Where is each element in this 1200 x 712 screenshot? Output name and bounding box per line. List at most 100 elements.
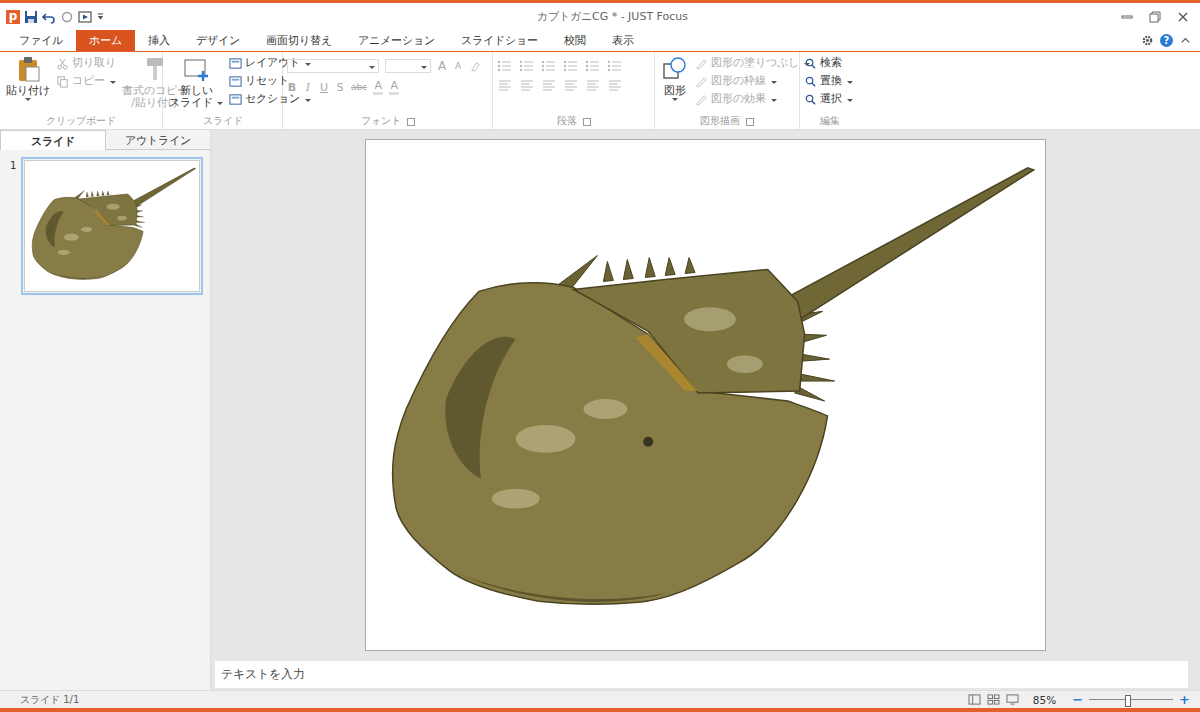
pen-icon — [695, 93, 708, 106]
menu-tab[interactable]: ホーム — [76, 30, 135, 51]
zoom-percent[interactable]: 85% — [1033, 694, 1056, 706]
clear-format-icon[interactable] — [469, 60, 482, 73]
align-icon[interactable] — [519, 79, 535, 93]
shape-format-command[interactable]: 図形の枠線 — [695, 73, 810, 89]
app-logo-icon[interactable]: p — [6, 10, 20, 24]
slide-command[interactable]: リセット — [229, 73, 311, 89]
cut-button[interactable]: 切り取り — [56, 55, 116, 71]
close-icon[interactable] — [1176, 10, 1190, 24]
font-style-button[interactable]: B — [287, 81, 297, 94]
reading-view-icon[interactable] — [1006, 694, 1019, 705]
slide-sorter-icon[interactable] — [987, 694, 1000, 705]
customize-icon[interactable] — [96, 9, 105, 25]
align-icon[interactable] — [607, 79, 623, 93]
group-label: 段落 — [497, 115, 650, 129]
slide-counter: スライド 1/1 — [20, 693, 79, 707]
collapse-ribbon-icon[interactable] — [1179, 34, 1192, 47]
dropdown-arrow-icon — [305, 63, 311, 66]
gear-icon[interactable] — [1141, 34, 1154, 47]
list-icon[interactable] — [497, 59, 513, 73]
editing-group: 検索置換選択編集 — [800, 52, 860, 129]
horseshoe-crab-icon[interactable] — [366, 140, 1045, 650]
zoom-in-button[interactable]: + — [1179, 693, 1190, 707]
slide-number: 1 — [10, 160, 16, 292]
panel-tab[interactable]: スライド — [0, 130, 106, 150]
edit-command[interactable]: 選択 — [804, 91, 853, 107]
list-icon[interactable] — [585, 59, 601, 73]
dialog-launcher-icon[interactable] — [746, 118, 754, 126]
ribbon: 貼り付け切り取りコピー書式のコピー/貼り付けクリップボード新しいスライドレイアウ… — [0, 52, 1200, 130]
bottom-accent-bar — [0, 708, 1200, 712]
horseshoe-crab-icon — [25, 161, 199, 291]
slideshow-icon[interactable] — [78, 10, 92, 24]
zoom-slider[interactable] — [1089, 694, 1173, 706]
zoom-slider-thumb[interactable] — [1125, 695, 1131, 707]
font-style-button[interactable]: A — [373, 79, 383, 95]
menu-tab[interactable]: アニメーション — [345, 30, 448, 51]
paste-button[interactable]: 貼り付け — [4, 55, 52, 115]
dropdown-arrow-icon — [771, 81, 777, 84]
zoom-out-button[interactable]: − — [1072, 693, 1083, 707]
edit-command[interactable]: 検索 — [804, 55, 853, 71]
dropdown-arrow-icon — [672, 98, 678, 101]
font-size-field[interactable] — [385, 59, 431, 73]
shapes-icon — [661, 55, 689, 83]
list-icon[interactable] — [607, 59, 623, 73]
list-icon[interactable] — [541, 59, 557, 73]
shapes-button[interactable]: 図形 — [659, 55, 691, 115]
normal-view-icon[interactable] — [968, 694, 981, 705]
top-accent-bar — [0, 0, 1200, 3]
save-icon[interactable] — [24, 10, 38, 24]
font-style-button[interactable]: I — [303, 81, 313, 94]
undo-icon[interactable] — [42, 10, 56, 24]
dropdown-arrow-icon — [217, 102, 223, 105]
align-icon[interactable] — [585, 79, 601, 93]
minimize-icon[interactable] — [1120, 10, 1134, 24]
shape-format-command[interactable]: 図形の効果 — [695, 91, 810, 107]
slide-thumbnail-row[interactable]: 1 — [0, 150, 210, 292]
quick-access-toolbar: p — [0, 9, 105, 25]
slide-command[interactable]: レイアウト — [229, 55, 311, 71]
dropdown-arrow-icon — [847, 99, 853, 102]
menu-tab[interactable]: 挿入 — [135, 30, 183, 51]
menu-tabs: ファイルホーム挿入デザイン画面切り替えアニメーションスライドショー校閲表示? — [0, 30, 1200, 52]
list-icon[interactable] — [563, 59, 579, 73]
help-button[interactable]: ? — [1160, 34, 1173, 47]
new-slide-button[interactable]: 新しいスライド — [167, 55, 225, 115]
pen-icon — [695, 57, 708, 70]
dialog-launcher-icon[interactable] — [583, 118, 591, 126]
font-name-field[interactable] — [287, 59, 379, 73]
panel-tab[interactable]: アウトライン — [106, 130, 210, 150]
menu-tab[interactable]: 表示 — [599, 30, 647, 51]
menu-tab[interactable]: デザイン — [183, 30, 253, 51]
menu-tab[interactable]: 校閲 — [551, 30, 599, 51]
pen-icon — [695, 75, 708, 88]
slide-canvas[interactable] — [365, 139, 1046, 651]
dialog-launcher-icon[interactable] — [407, 118, 415, 126]
dropdown-arrow-icon — [305, 99, 311, 102]
edit-command[interactable]: 置換 — [804, 73, 853, 89]
menu-tab[interactable]: ファイル — [6, 30, 76, 51]
slide-thumbnail[interactable] — [24, 160, 200, 292]
group-label: スライド — [167, 115, 278, 129]
menu-tab[interactable]: スライドショー — [448, 30, 551, 51]
menu-tab[interactable]: 画面切り替え — [253, 30, 345, 51]
slide-command[interactable]: セクション — [229, 91, 311, 107]
redo-icon[interactable] — [60, 10, 74, 24]
notes-field[interactable]: テキストを入力 — [215, 661, 1188, 688]
align-icon[interactable] — [497, 79, 513, 93]
align-icon[interactable] — [563, 79, 579, 93]
font-style-button[interactable]: abc — [351, 82, 367, 92]
align-icon[interactable] — [541, 79, 557, 93]
paintbrush-icon — [141, 55, 169, 83]
font-style-button[interactable]: U — [319, 81, 329, 94]
restore-icon[interactable] — [1148, 10, 1162, 24]
workspace: スライドアウトライン 1 テキストを入力 — [0, 130, 1200, 690]
copy-button[interactable]: コピー — [56, 73, 116, 89]
font-style-button[interactable]: A — [389, 79, 399, 95]
font-size-step-button[interactable]: A — [437, 59, 447, 73]
font-size-step-button[interactable]: A — [453, 61, 463, 71]
shape-format-command[interactable]: 図形の塗りつぶし — [695, 55, 810, 71]
list-icon[interactable] — [519, 59, 535, 73]
font-style-button[interactable]: S — [335, 81, 345, 94]
